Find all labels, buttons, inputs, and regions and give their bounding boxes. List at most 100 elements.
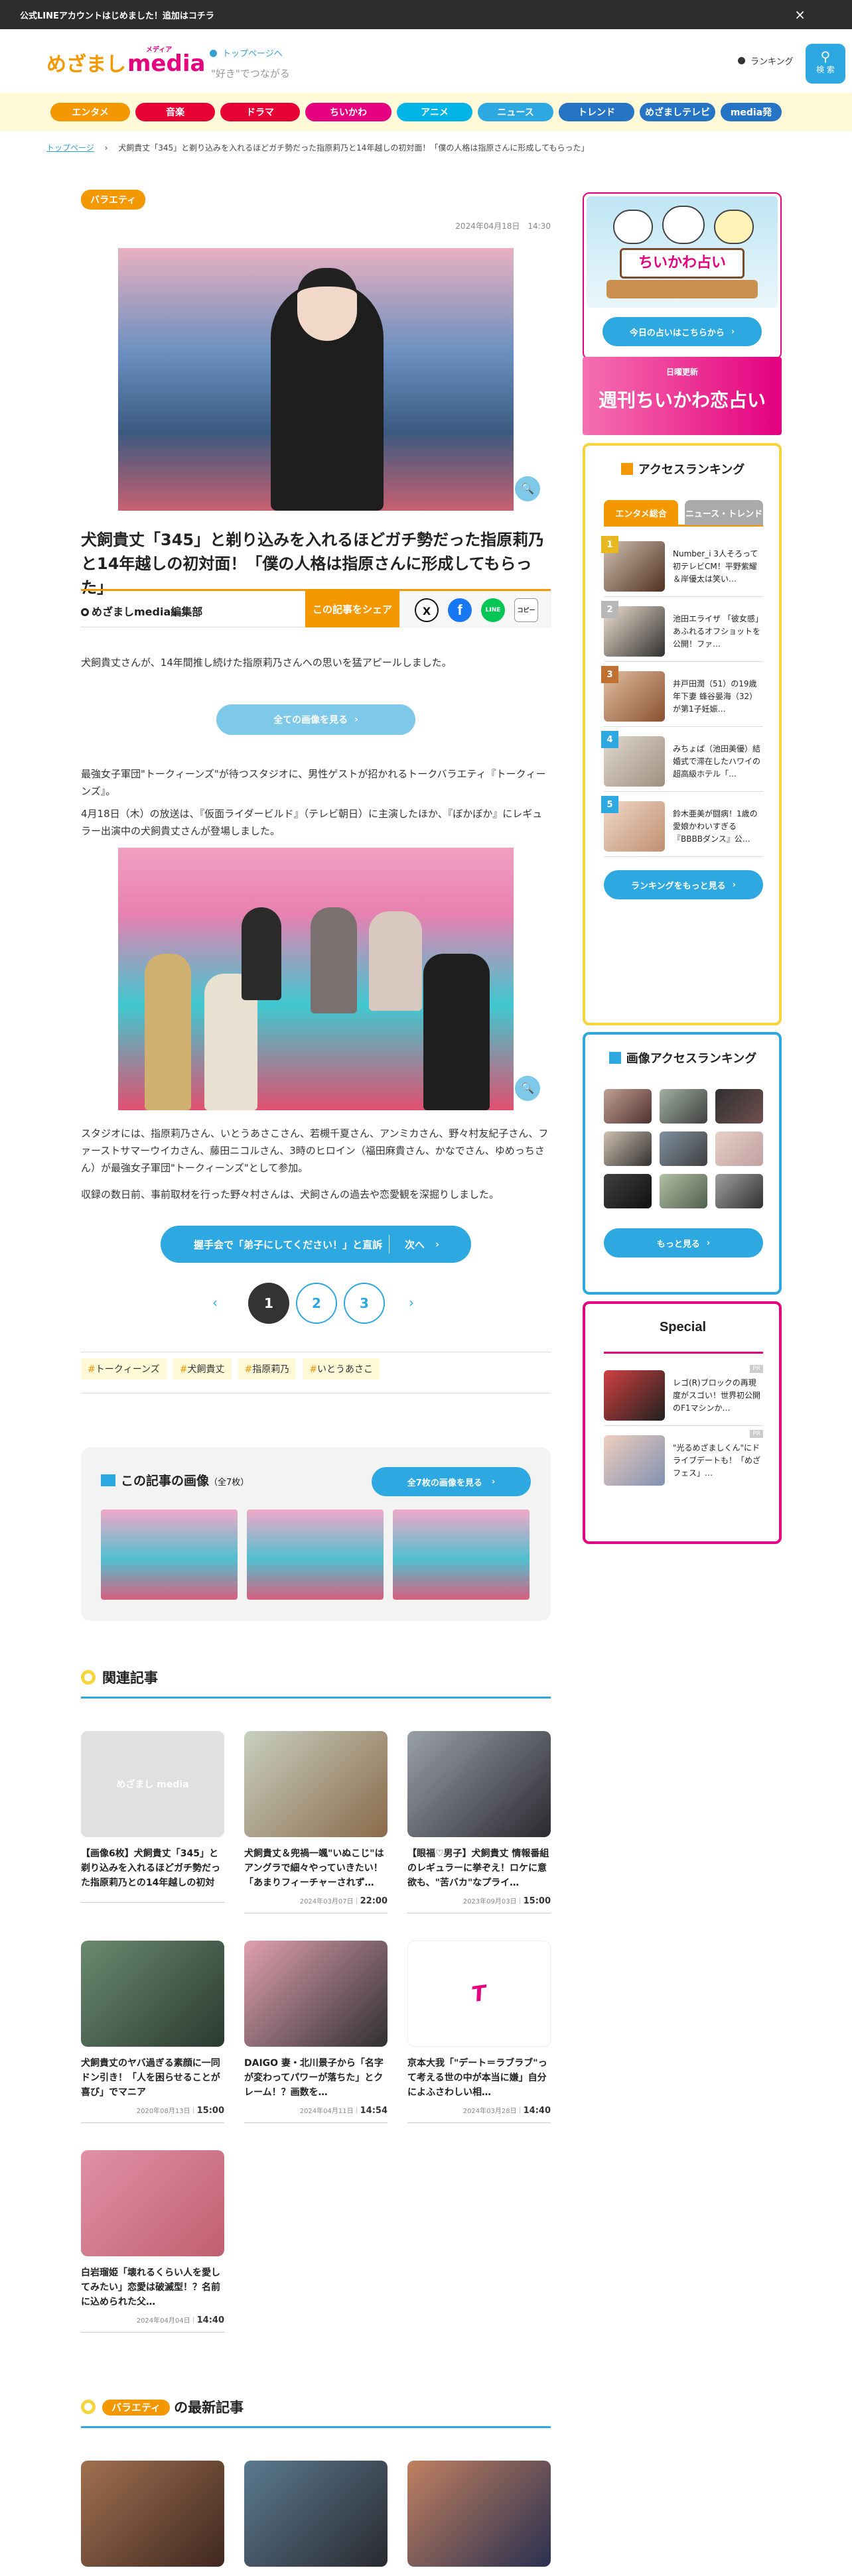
nav-chiikawa[interactable]: ちいかわ [305,103,391,121]
circle-arrow-icon [738,57,745,64]
copy-link-icon[interactable]: コピー [514,598,538,622]
latest-card-image [244,2461,388,2567]
nav-drama[interactable]: ドラマ [220,103,300,121]
sun-icon [81,2400,96,2414]
tag-item[interactable]: #犬飼貴丈 [173,1358,232,1380]
related-card-date: 2024年04月11日｜14:54 [244,2105,388,2123]
latest-category-badge[interactable]: バラエティ [102,2400,171,2415]
character-illustration [714,210,754,244]
image-rank-thumbnail[interactable] [660,1089,707,1124]
image-icon [101,1474,115,1486]
page-3[interactable]: 3 [344,1283,385,1324]
latest-card[interactable] [81,2461,224,2576]
nav-music[interactable]: 音楽 [135,103,215,121]
search-icon: ⚲ [820,48,831,64]
announcement-text[interactable]: 公式LINEアカウントはじめました！追加はコチラ [20,9,214,21]
related-card-image [81,1941,224,2047]
image-rank-thumbnail[interactable] [715,1131,763,1166]
ranking-item[interactable]: 4 みちょぱ（池田美優）結婚式で滞在したハワイの超高級ホテル「… [601,731,763,792]
logo-mezamashi: めざまし [46,53,126,76]
related-card[interactable]: 【眼福♡男子】犬飼貴丈 情報番組のレギュラーに挙ぞえ！ロケに意欲も、"苦バカ"な… [407,1731,551,1913]
related-card[interactable]: 白岩瑠姫「壊れるくらい人を愛してみたい」恋愛は破滅型！？名前に込められた父… 2… [81,2150,224,2333]
nav-entertainment[interactable]: エンタメ [50,103,130,121]
special-item[interactable]: レゴ(R)ブロックの再現度がスゴい！世界初公開のF1マシンか… PR [604,1365,763,1426]
image-rank-thumbnail[interactable] [715,1089,763,1124]
page-2[interactable]: 2 [296,1283,337,1324]
ranking-text: Number_i 3人そろって初テレビCM！平野紫耀＆岸優太は笑い… [673,549,758,584]
prev-page-icon[interactable]: ‹ [212,1295,218,1311]
gallery-all-label: 全7枚の画像を見る [407,1478,482,1488]
fortune-button[interactable]: 今日の占いはこちらから › [603,317,762,346]
close-icon[interactable]: × [794,7,806,23]
show-logo-mark: T [470,1980,488,2008]
line-announcement-bar[interactable]: 公式LINEアカウントはじめました！追加はコチラ × [0,0,852,29]
article-main-image[interactable] [118,248,514,511]
tag-item[interactable]: #指原莉乃 [238,1358,297,1380]
nav-mezamashi-tv[interactable]: めざましテレビ [640,103,715,121]
related-card[interactable]: 犬飼貴丈＆兜禍一颯"いぬこじ"はアングラで細々やっていきたい！「あまりフィーチャ… [244,1731,388,1913]
tag-label: トークィーンズ [95,1364,160,1375]
image-ranking-more-label: もっと見る [656,1239,700,1250]
banner-title: 週刊ちいかわ恋占い [598,389,766,411]
nav-trend[interactable]: トレンド [559,103,634,121]
ranking-item[interactable]: 1 Number_i 3人そろって初テレビCM！平野紫耀＆岸優太は笑い… [601,536,763,597]
share-buttons: X f LINE コピー [399,591,551,627]
nav-anime[interactable]: アニメ [397,103,472,121]
tag-item[interactable]: #いとうあさこ [303,1358,380,1380]
gallery-thumbnail[interactable] [101,1510,238,1600]
article-group-image[interactable] [118,848,514,1110]
page-1[interactable]: 1 [248,1283,289,1324]
image-rank-thumbnail[interactable] [660,1131,707,1166]
image-rank-thumbnail[interactable] [604,1174,652,1208]
ranking-more-button[interactable]: ランキングをもっと見る › [604,870,763,899]
special-item[interactable]: "光るめざましくん"にドライブデートも！「めざフェス」… PR [604,1430,763,1491]
line-share-icon[interactable]: LINE [481,598,505,622]
image-figure [369,911,422,1011]
related-card[interactable]: T 京本大我「"デート＝ラブラブ"って考える世の中が本当に嫌」自分によふさわしい… [407,1941,551,2123]
ranking-item[interactable]: 2 池田エライザ 「彼女感」あふれるオフショットを公開！ファ… [601,601,763,662]
author[interactable]: めざましmedia編集部 [81,603,202,619]
nav-news[interactable]: ニュース [478,103,553,121]
fortune-banner-image[interactable]: ちいかわ占い [587,196,778,308]
crown-rank-icon: 1 [601,536,618,553]
next-page-button[interactable]: 握手会で「弟子にしてください！」と直訴 次へ › [161,1226,471,1263]
search-button[interactable]: ⚲ 検 索 [806,44,845,84]
ranking-item[interactable]: 5 鈴木亜美が闘病！1歳の愛娘かわいすぎる『BBBBダンス』公… [601,796,763,857]
breadcrumb: トップページ › 犬飼貴丈「345」と剃り込みを入れるほどガチ勢だった指原莉乃と… [46,142,589,153]
site-logo[interactable]: めざまし media メディア [46,46,205,77]
related-card-title: 京本大我「"デート＝ラブラブ"って考える世の中が本当に嫌」自分によふさわしい相… [407,2058,547,2098]
nav-media-original[interactable]: media発 [721,103,782,121]
arrow-right-icon: › [706,1238,711,1248]
breadcrumb-home[interactable]: トップページ [46,143,94,153]
tab-entertainment[interactable]: エンタメ総合 [604,500,678,525]
image-rank-thumbnail[interactable] [660,1174,707,1208]
facebook-share-icon[interactable]: f [448,598,472,622]
latest-card[interactable] [407,2461,551,2576]
banner-subtitle: 日曜更新 [666,367,698,377]
tab-news-trend[interactable]: ニュース・トレンド [685,500,763,525]
all-images-button[interactable]: 全ての画像を見る › [216,704,415,735]
gallery-thumbnail[interactable] [393,1510,530,1600]
zoom-icon[interactable]: 🔍 [515,476,540,501]
next-label: 次へ [405,1238,425,1251]
image-ranking-more-button[interactable]: もっと見る › [604,1228,763,1257]
weekly-love-fortune-banner[interactable]: 日曜更新 週刊ちいかわ恋占い [583,357,782,435]
tag-item[interactable]: #トークィーンズ [81,1358,167,1380]
related-card[interactable]: 犬飼貴丈のヤバ過ぎる素顔に一同ドン引き！「人を困らせることが喜び」でマニア 20… [81,1941,224,2123]
x-share-icon[interactable]: X [415,598,439,622]
related-card[interactable]: めざまし media 【画像6枚】犬飼貴丈「345」と剃り込みを入れるほどガチ勢… [81,1731,224,1903]
category-badge[interactable]: バラエティ [81,190,146,210]
image-rank-thumbnail[interactable] [715,1174,763,1208]
to-top-link[interactable]: トップページへ [210,46,283,59]
next-page-icon[interactable]: › [409,1295,414,1311]
ranking-link[interactable]: ランキング [738,54,794,67]
related-card[interactable]: DAIGO 妻・北川景子から「名字が変わってパワーが落ちた」とクレーム！？画数を… [244,1941,388,2123]
gallery-all-button[interactable]: 全7枚の画像を見る › [372,1467,531,1496]
image-rank-thumbnail[interactable] [604,1089,652,1124]
zoom-icon[interactable]: 🔍 [515,1076,540,1101]
image-rank-thumbnail[interactable] [604,1131,652,1166]
ranking-item[interactable]: 3 井戸田潤（51）の19歳年下妻 蜂谷晏海（32）が第1子妊娠… [601,666,763,727]
gallery-thumbnail[interactable] [247,1510,384,1600]
related-card-title: 【眼福♡男子】犬飼貴丈 情報番組のレギュラーに挙ぞえ！ロケに意欲も、"苦バカ"な… [407,1848,549,1888]
latest-card[interactable] [244,2461,388,2576]
